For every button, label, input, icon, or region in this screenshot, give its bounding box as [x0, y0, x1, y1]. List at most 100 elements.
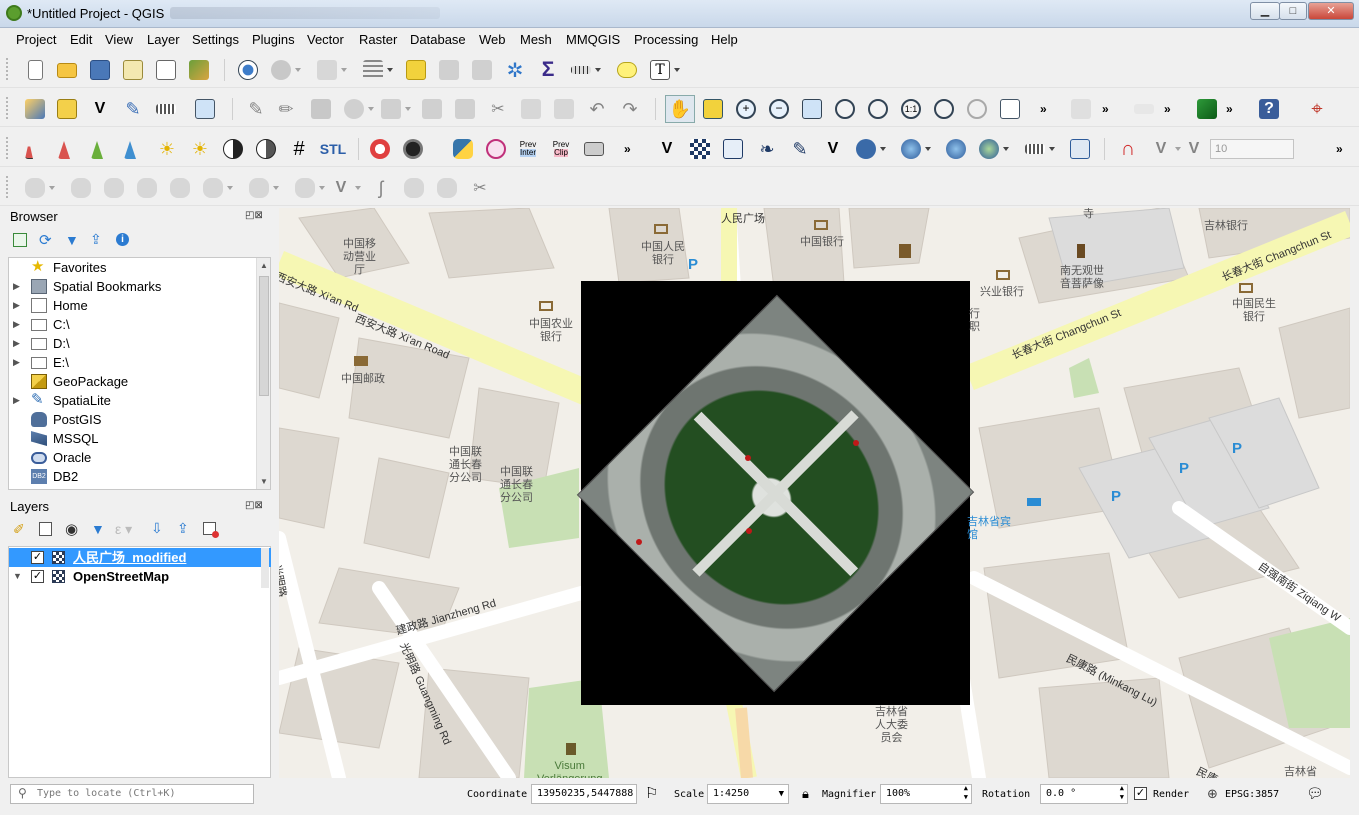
map-tips-icon[interactable] — [616, 59, 638, 81]
open-project-icon[interactable] — [56, 59, 78, 81]
copy-features-icon[interactable] — [520, 98, 542, 120]
crs-button[interactable]: EPSG:3857 — [1225, 789, 1279, 800]
zoom-to-selection-icon[interactable] — [834, 98, 856, 120]
menu-vector[interactable]: Vector — [307, 32, 344, 47]
toolbar-overflow-icon[interactable]: » — [1040, 102, 1047, 116]
menu-layer[interactable]: Layer — [147, 32, 180, 47]
statistics-sigma-icon[interactable]: Σ — [537, 58, 559, 81]
browser-item-postgis[interactable]: PostGIS — [9, 410, 257, 429]
minimize-button[interactable]: ▁ — [1250, 2, 1280, 20]
current-edits-icon[interactable]: ✎ — [245, 98, 267, 120]
histogram-icon[interactable] — [24, 138, 46, 160]
scroll-down-icon[interactable]: ▼ — [260, 477, 268, 486]
expand-arrow-icon[interactable]: ▶ — [13, 353, 20, 372]
add-wfs-icon[interactable] — [978, 138, 1009, 160]
offset-curve-icon[interactable]: ʃ — [370, 177, 392, 199]
layer-item-openstreetmap[interactable]: ▼ ✓ OpenStreetMap — [9, 567, 271, 586]
save-project-icon[interactable] — [89, 59, 111, 81]
menu-view[interactable]: View — [105, 32, 133, 47]
save-as-icon[interactable] — [122, 59, 144, 81]
toolbar-overflow-icon[interactable]: » — [1226, 102, 1233, 116]
crosshair-icon[interactable]: ⌖ — [1306, 98, 1328, 120]
grid-icon[interactable]: # — [288, 138, 310, 160]
browser-item-spatialite[interactable]: ▶ ✎ SpatiaLite — [9, 391, 257, 410]
rotate-feature-icon[interactable] — [70, 177, 92, 199]
plugin-brush-icon[interactable] — [1196, 98, 1218, 120]
add-delimited-text-icon[interactable]: ❧ — [756, 138, 778, 160]
rotation-spinbox[interactable]: 0.0 ° ▲ ▼ — [1040, 784, 1128, 804]
collapse-arrow-icon[interactable]: ▼ — [13, 567, 22, 586]
reshape-features-icon[interactable]: V — [330, 177, 361, 199]
browser-item-db2[interactable]: DB2 DB2 — [9, 467, 257, 486]
expand-arrow-icon[interactable]: ▶ — [13, 277, 20, 296]
modify-attributes-icon[interactable] — [421, 98, 443, 120]
simplify-feature-icon[interactable] — [103, 177, 125, 199]
measure-angle-icon[interactable] — [1070, 98, 1092, 120]
toggle-extents-icon[interactable]: ⚐ — [645, 784, 658, 802]
stl-plugin-icon[interactable]: STL — [318, 138, 348, 160]
browser-item-e-drive[interactable]: ▶ E:\ — [9, 353, 257, 372]
browser-scrollbar[interactable]: ▲ ▼ — [256, 258, 270, 489]
prev-inter-icon[interactable]: Prev Inter — [517, 138, 539, 160]
globe-crs-icon[interactable]: ⊕ — [1207, 786, 1218, 802]
new-project-icon[interactable] — [24, 59, 46, 81]
toolbar-handle-3[interactable] — [6, 137, 10, 159]
decrease-brightness-icon[interactable]: ☀ — [189, 138, 211, 160]
browser-panel-float-close[interactable]: ◰⊠ — [245, 210, 263, 221]
toolbar-overflow-icon[interactable]: » — [624, 142, 631, 156]
browser-item-oracle[interactable]: Oracle — [9, 448, 257, 467]
snapping-vertex-icon[interactable]: V — [1150, 138, 1181, 160]
layer-visibility-checkbox[interactable]: ✓ — [31, 551, 44, 564]
menu-database[interactable]: Database — [410, 32, 466, 47]
spin-arrows-icon[interactable]: ▲ ▼ — [964, 784, 968, 802]
lock-scale-icon[interactable]: 🔒︎ — [802, 786, 809, 802]
snapping-magnet-icon[interactable]: ∩ — [1117, 138, 1139, 160]
add-part-icon[interactable] — [169, 177, 191, 199]
pan-map-icon[interactable]: ✋ — [665, 95, 695, 123]
browser-item-mssql[interactable]: MSSQL — [9, 429, 257, 448]
zoom-full-icon[interactable] — [801, 98, 823, 120]
layers-panel-float-close[interactable]: ◰⊠ — [245, 500, 263, 511]
chevron-down-icon[interactable]: ▼ — [779, 785, 784, 803]
scroll-up-icon[interactable]: ▲ — [260, 261, 268, 270]
add-vector-tile-icon[interactable] — [1024, 138, 1055, 160]
print-layout-icon[interactable] — [155, 59, 177, 81]
toggle-editing-table-icon[interactable] — [471, 59, 493, 81]
add-group-icon[interactable] — [39, 522, 52, 536]
filter-icon[interactable]: ▼ — [65, 232, 79, 248]
histogram-stretch-icon[interactable] — [57, 138, 79, 160]
local-stretch-icon[interactable] — [90, 138, 112, 160]
new-geopackage-icon[interactable] — [56, 98, 78, 120]
move-feature-icon[interactable] — [24, 177, 55, 199]
refresh-icon[interactable]: ⟳ — [39, 231, 52, 249]
zoom-native-icon[interactable]: 1:1 — [900, 98, 922, 120]
delete-part-icon[interactable] — [294, 177, 325, 199]
pan-to-selection-icon[interactable] — [702, 98, 724, 120]
binoculars-icon[interactable] — [402, 138, 424, 160]
snapping-type-icon[interactable]: V — [1183, 138, 1205, 160]
style-manager-icon[interactable] — [188, 59, 210, 81]
text-annotation-icon[interactable]: T — [649, 59, 680, 81]
fill-ring-icon[interactable] — [202, 177, 233, 199]
expand-arrow-icon[interactable]: ▶ — [13, 334, 20, 353]
help-icon[interactable]: ? — [1258, 98, 1280, 120]
add-xyz-icon[interactable] — [1069, 138, 1091, 160]
scale-combobox[interactable]: 1:4250 ▼ — [707, 784, 789, 804]
increase-brightness-icon[interactable]: ☀ — [156, 138, 178, 160]
layer-styling-icon[interactable] — [24, 98, 46, 120]
menu-web[interactable]: Web — [479, 32, 506, 47]
label-tool-icon[interactable] — [1133, 98, 1155, 120]
add-mesh-layer-icon[interactable] — [722, 138, 744, 160]
add-ring-icon[interactable] — [136, 177, 158, 199]
zoom-to-layer-icon[interactable] — [867, 98, 889, 120]
new-shapefile-icon[interactable]: V — [89, 98, 111, 120]
processing-toolbox-icon[interactable]: ✲ — [504, 59, 526, 82]
delete-ring-icon[interactable] — [248, 177, 279, 199]
browser-item-geopackage[interactable]: GeoPackage — [9, 372, 257, 391]
prev-clip-icon[interactable]: Prev Clip — [550, 138, 572, 160]
undo-icon[interactable]: ↶ — [586, 98, 608, 120]
zoom-in-icon[interactable]: + — [735, 98, 757, 120]
digitize-pen-icon[interactable]: ✎ — [122, 98, 144, 120]
split-parts-icon[interactable] — [436, 177, 458, 199]
new-vector-icon[interactable]: V — [656, 138, 678, 160]
